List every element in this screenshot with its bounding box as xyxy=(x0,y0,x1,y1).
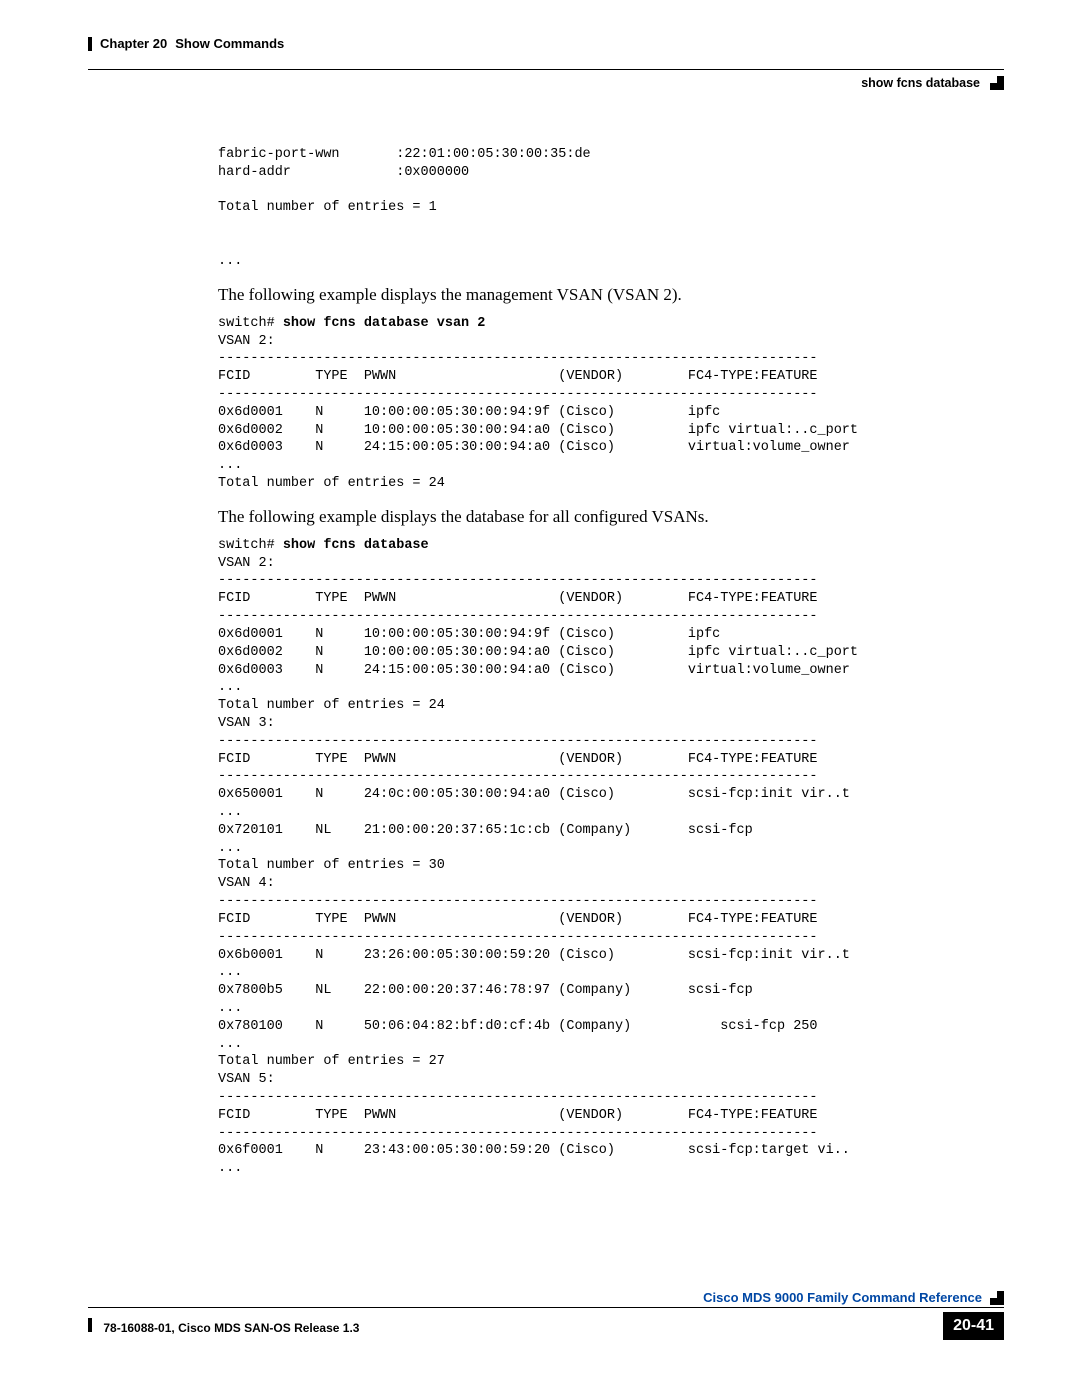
footer-left: 78-16088-01, Cisco MDS SAN-OS Release 1.… xyxy=(88,1318,359,1335)
header-bar-icon xyxy=(88,37,92,51)
footer-doc-title: Cisco MDS 9000 Family Command Reference xyxy=(703,1290,982,1305)
chapter-number: Chapter 20 xyxy=(100,36,167,51)
pre2-body: VSAN 2: --------------------------------… xyxy=(218,334,858,492)
code-block-3: switch# show fcns database VSAN 2: -----… xyxy=(218,537,1004,1178)
chapter-title: Show Commands xyxy=(175,36,284,51)
cmd3-bold: show fcns database xyxy=(283,538,429,553)
code-block-1: fabric-port-wwn :22:01:00:05:30:00:35:de… xyxy=(218,146,1004,271)
body-text-2: The following example displays the datab… xyxy=(218,507,1004,527)
cmd2-bold: show fcns database vsan 2 xyxy=(283,316,486,331)
footer-bar-icon xyxy=(88,1318,92,1332)
cmd3-prompt: switch# xyxy=(218,538,283,553)
cmd2-prompt: switch# xyxy=(218,316,283,331)
header-marker-icon xyxy=(990,76,1004,90)
pre3-body: VSAN 2: --------------------------------… xyxy=(218,556,858,1177)
header-rule xyxy=(88,69,1004,70)
page-footer: Cisco MDS 9000 Family Command Reference … xyxy=(88,1290,1004,1340)
section-header: show fcns database xyxy=(88,76,1004,90)
chapter-header: Chapter 20 Show Commands xyxy=(88,36,1004,51)
main-content: fabric-port-wwn :22:01:00:05:30:00:35:de… xyxy=(218,146,1004,1178)
page-number: 20-41 xyxy=(943,1312,1004,1340)
section-title: show fcns database xyxy=(861,76,980,90)
code-block-2: switch# show fcns database vsan 2 VSAN 2… xyxy=(218,315,1004,493)
footer-release: 78-16088-01, Cisco MDS SAN-OS Release 1.… xyxy=(103,1321,359,1335)
body-text-1: The following example displays the manag… xyxy=(218,285,1004,305)
footer-marker-icon xyxy=(990,1291,1004,1305)
